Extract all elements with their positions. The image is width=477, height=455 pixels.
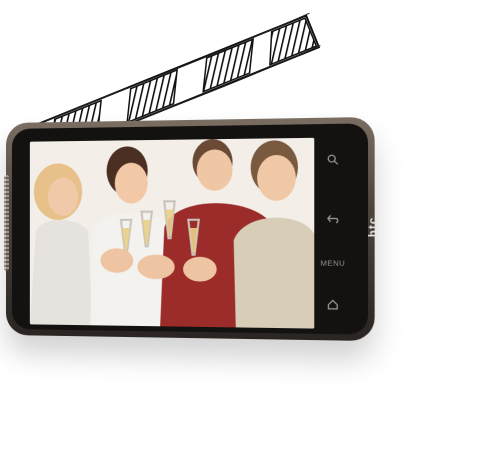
phone-screen [30, 138, 314, 329]
menu-button[interactable]: MENU [309, 260, 357, 268]
menu-label: MENU [320, 260, 345, 267]
home-button[interactable] [309, 298, 357, 313]
stage: MENU htc [0, 0, 477, 455]
search-icon [326, 153, 339, 166]
hardware-controls: MENU [309, 138, 357, 328]
back-icon [326, 212, 339, 225]
smartphone: MENU htc [6, 117, 375, 341]
speaker-grille [4, 175, 9, 271]
phone-bezel: MENU htc [12, 123, 368, 334]
home-icon [326, 298, 339, 311]
party-photo [30, 138, 314, 329]
htc-logo: htc [366, 217, 379, 238]
search-button[interactable] [309, 153, 357, 168]
back-button[interactable] [309, 212, 357, 227]
